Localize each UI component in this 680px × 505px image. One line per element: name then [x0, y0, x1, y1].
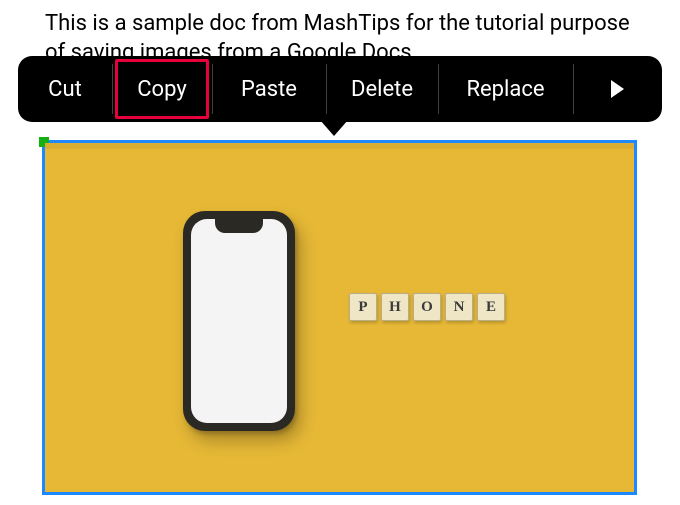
letter-tile: H	[381, 293, 409, 321]
letter-tile: E	[477, 293, 505, 321]
delete-label: Delete	[351, 77, 413, 102]
replace-menu-item[interactable]: Replace	[438, 56, 573, 122]
paste-label: Paste	[241, 77, 297, 102]
image-top-shadow	[45, 143, 634, 149]
cut-menu-item[interactable]: Cut	[18, 56, 112, 122]
letter-tile: P	[349, 293, 377, 321]
context-menu: Cut Copy Paste Delete Replace	[18, 56, 662, 122]
phone-notch	[215, 219, 263, 233]
menu-pointer-icon	[320, 120, 348, 136]
selected-image[interactable]: P H O N E	[42, 140, 637, 495]
delete-menu-item[interactable]: Delete	[326, 56, 438, 122]
letter-tile: O	[413, 293, 441, 321]
paste-menu-item[interactable]: Paste	[212, 56, 326, 122]
phone-graphic	[183, 211, 295, 431]
phone-screen	[191, 219, 287, 423]
letter-tiles: P H O N E	[349, 293, 505, 321]
copy-label: Copy	[137, 77, 187, 102]
more-menu-item[interactable]	[573, 56, 662, 122]
play-icon	[611, 80, 624, 98]
copy-menu-item[interactable]: Copy	[112, 56, 212, 122]
replace-label: Replace	[466, 77, 544, 102]
image-background: P H O N E	[45, 143, 634, 492]
cut-label: Cut	[48, 77, 82, 102]
letter-tile: N	[445, 293, 473, 321]
